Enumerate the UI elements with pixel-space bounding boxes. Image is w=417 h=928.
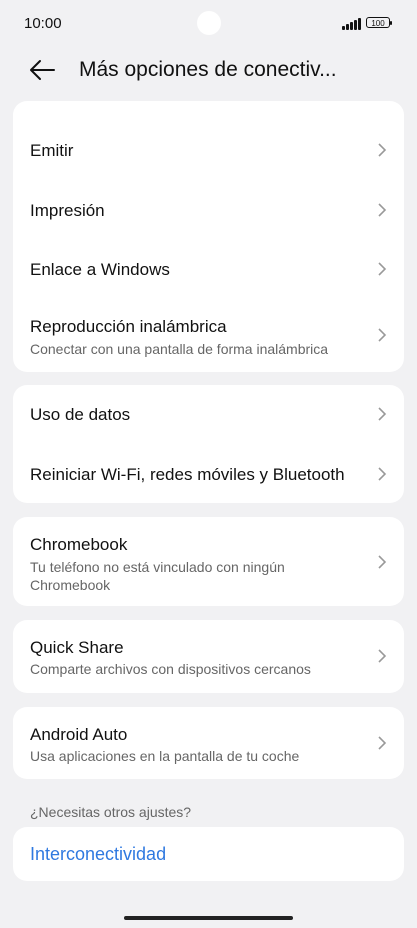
card-interconectividad[interactable]: Interconectividad [13,827,404,881]
impresion-item[interactable]: Impresión [13,181,404,239]
quickshare-sub: Comparte archivos con dispositivos cerca… [30,661,311,677]
card-android-auto[interactable]: Android Auto Usa aplicaciones en la pant… [13,707,404,779]
reproduccion-sub: Conectar con una pantalla de forma inalá… [30,341,329,357]
chevron-right-icon [378,467,387,481]
chevron-right-icon [378,203,387,217]
home-indicator[interactable] [124,916,293,920]
chevron-right-icon [378,736,387,750]
status-bar: 10:00 100 [0,0,417,48]
card-data-reset: Uso de datos Reiniciar Wi-Fi, redes móvi… [13,385,404,503]
chevron-right-icon [378,143,387,157]
quickshare-label: Quick Share [30,638,124,657]
enlace-windows-item[interactable]: Enlace a Windows [13,241,404,299]
card-main-options: Emitir Impresión Enlace a Windows Reprod… [13,101,404,372]
interconectividad-link[interactable]: Interconectividad [30,844,166,865]
reiniciar-label: Reiniciar Wi-Fi, redes móviles y Bluetoo… [30,465,345,484]
signal-icon [342,18,362,30]
card-chromebook[interactable]: Chromebook Tu teléfono no está vinculado… [13,517,404,606]
chromebook-sub: Tu teléfono no está vinculado con ningún… [30,559,285,593]
section-label-other-settings: ¿Necesitas otros ajustes? [30,804,192,820]
reproduccion-inalambrica-item[interactable]: Reproducción inalámbrica Conectar con un… [13,301,404,367]
chevron-right-icon [378,328,387,342]
status-time: 10:00 [24,15,62,32]
androidauto-label: Android Auto [30,725,128,744]
card-quick-share[interactable]: Quick Share Comparte archivos con dispos… [13,620,404,693]
camera-cutout [197,11,221,35]
page-title: Más opciones de conectiv... [79,58,337,81]
battery-icon: 100 [366,17,392,28]
reiniciar-wifi-item[interactable]: Reiniciar Wi-Fi, redes móviles y Bluetoo… [13,445,404,503]
chromebook-label: Chromebook [30,535,128,554]
emitir-item[interactable]: Emitir [13,121,404,179]
chevron-right-icon [378,262,387,276]
chevron-right-icon [378,555,387,569]
reproduccion-label: Reproducción inalámbrica [30,317,227,336]
emitir-label: Emitir [30,141,74,160]
chevron-right-icon [378,649,387,663]
enlace-windows-label: Enlace a Windows [30,260,170,279]
uso-datos-item[interactable]: Uso de datos [13,385,404,443]
chevron-right-icon [378,407,387,421]
androidauto-sub: Usa aplicaciones en la pantalla de tu co… [30,748,300,764]
impresion-label: Impresión [30,201,105,220]
back-arrow-icon[interactable] [28,58,56,82]
uso-datos-label: Uso de datos [30,405,131,424]
